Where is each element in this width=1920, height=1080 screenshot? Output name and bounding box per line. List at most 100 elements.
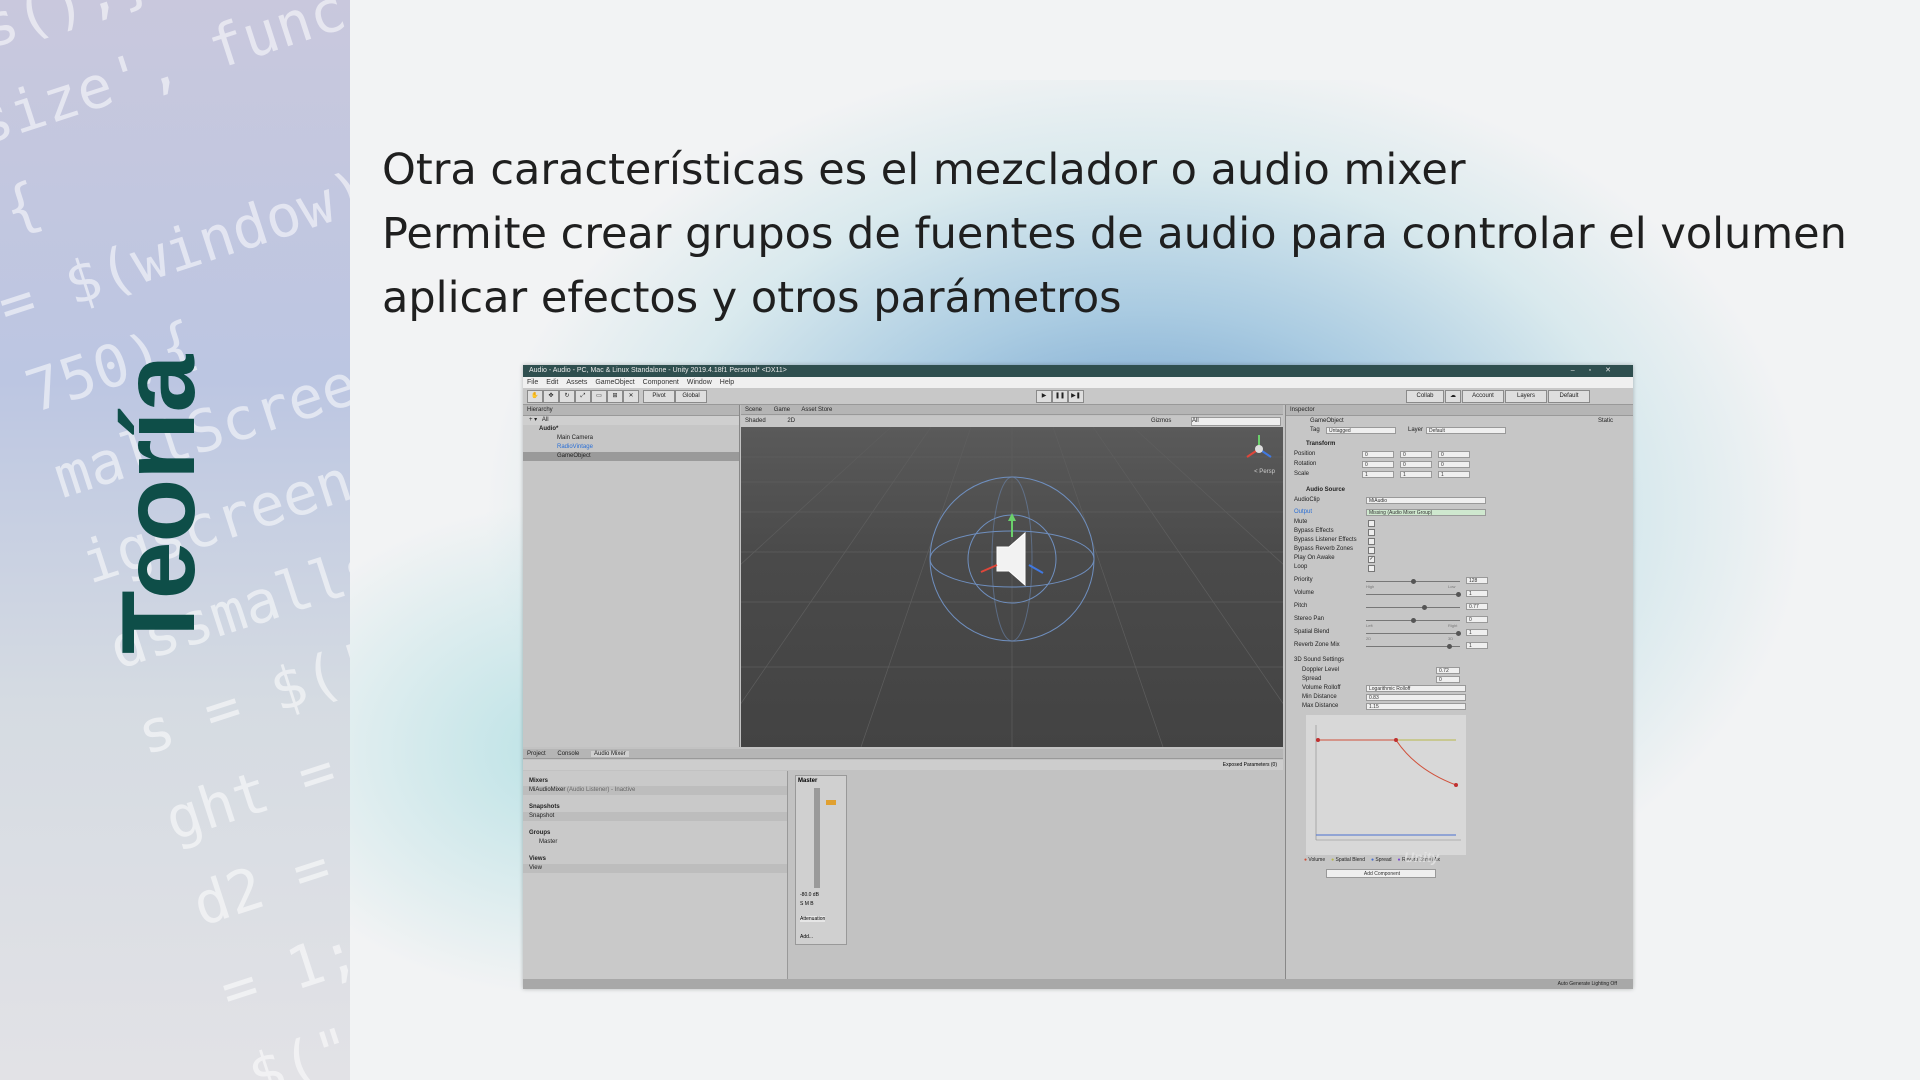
- move-tool-icon[interactable]: ✥: [543, 390, 559, 403]
- doppler-field[interactable]: 0.72: [1436, 667, 1460, 674]
- layer-dropdown[interactable]: Default: [1426, 427, 1506, 434]
- menu-item-help[interactable]: Help: [720, 379, 734, 386]
- window-controls[interactable]: –▫✕: [1571, 365, 1625, 377]
- group-item[interactable]: Master: [523, 838, 787, 847]
- transform-z-field[interactable]: 1: [1438, 471, 1470, 478]
- transform-z-field[interactable]: 0: [1438, 461, 1470, 468]
- pause-icon[interactable]: ❚❚: [1052, 390, 1068, 403]
- transform-y-field[interactable]: 0: [1400, 451, 1432, 458]
- slider-value[interactable]: 128: [1466, 577, 1488, 584]
- exposed-parameters-dropdown[interactable]: Exposed Parameters (0): [1223, 762, 1277, 768]
- slider-track[interactable]: [1366, 592, 1461, 597]
- audio-source-header[interactable]: Audio Source: [1306, 487, 1345, 493]
- transform-header[interactable]: Transform: [1306, 441, 1335, 447]
- slider-value[interactable]: 1: [1466, 642, 1488, 649]
- transform-x-field[interactable]: 0: [1362, 451, 1394, 458]
- mixers-header[interactable]: Mixers: [523, 777, 787, 786]
- slider-track[interactable]: [1366, 579, 1460, 584]
- rect-tool-icon[interactable]: ▭: [591, 390, 607, 403]
- snapshot-item[interactable]: Snapshot: [523, 812, 787, 821]
- view-item[interactable]: View: [523, 864, 787, 873]
- static-toggle[interactable]: Static: [1598, 418, 1613, 424]
- slider-knob[interactable]: [1456, 631, 1461, 636]
- tab-project[interactable]: Project: [527, 751, 546, 757]
- hierarchy-item[interactable]: RadioVintage: [523, 443, 739, 452]
- slider-track[interactable]: [1366, 644, 1460, 649]
- scene-root[interactable]: Audio*: [523, 425, 739, 434]
- slider-knob[interactable]: [1411, 579, 1416, 584]
- collab-button[interactable]: Collab: [1406, 390, 1444, 403]
- menu-item-edit[interactable]: Edit: [546, 379, 558, 386]
- transform-x-field[interactable]: 1: [1362, 471, 1394, 478]
- transform-y-field[interactable]: 0: [1400, 461, 1432, 468]
- global-button[interactable]: Global: [675, 390, 707, 403]
- mixer-item[interactable]: MiAudioMixer (Audio Listener) - Inactive: [523, 786, 787, 795]
- step-icon[interactable]: ▶❚: [1068, 390, 1084, 403]
- groups-header[interactable]: Groups: [523, 829, 787, 838]
- views-header[interactable]: Views: [523, 855, 787, 864]
- snapshots-header[interactable]: Snapshots: [523, 803, 787, 812]
- layout-dropdown[interactable]: Default: [1548, 390, 1590, 403]
- persp-label[interactable]: < Persp: [1254, 469, 1275, 475]
- account-button[interactable]: Account: [1462, 390, 1504, 403]
- gizmos-dropdown[interactable]: Gizmos: [1151, 416, 1171, 427]
- hierarchy-item-selected[interactable]: GameObject: [523, 452, 739, 461]
- slider-knob[interactable]: [1447, 644, 1452, 649]
- scene-view[interactable]: < Persp: [741, 427, 1283, 747]
- hierarchy-tab[interactable]: Hierarchy: [523, 405, 739, 416]
- min-distance-field[interactable]: 0.83: [1366, 694, 1466, 701]
- scene-search[interactable]: All: [1191, 417, 1281, 426]
- tab-audio-mixer[interactable]: Audio Mixer: [591, 751, 629, 757]
- slider-knob[interactable]: [1411, 618, 1416, 623]
- shading-dropdown[interactable]: Shaded: [745, 418, 766, 424]
- tag-dropdown[interactable]: Untagged: [1326, 427, 1396, 434]
- tab-asset-store[interactable]: Asset Store: [801, 407, 832, 413]
- slider-track[interactable]: [1366, 605, 1460, 610]
- toggle-checkbox[interactable]: [1368, 538, 1375, 545]
- slider-value[interactable]: 0: [1466, 616, 1488, 623]
- 3d-sound-settings-header[interactable]: 3D Sound Settings: [1294, 657, 1344, 663]
- rotate-tool-icon[interactable]: ↻: [559, 390, 575, 403]
- transform-y-field[interactable]: 1: [1400, 471, 1432, 478]
- slider-knob[interactable]: [1421, 605, 1427, 610]
- slider-knob[interactable]: [1456, 592, 1461, 597]
- hand-tool-icon[interactable]: ✋: [527, 390, 543, 403]
- attenuation-effect[interactable]: Attenuation: [800, 916, 826, 922]
- slider-track[interactable]: [1366, 631, 1461, 636]
- cloud-icon[interactable]: ☁: [1445, 390, 1461, 403]
- transform-x-field[interactable]: 0: [1362, 461, 1394, 468]
- menu-item-assets[interactable]: Assets: [566, 379, 587, 386]
- toggle-checkbox[interactable]: [1368, 547, 1375, 554]
- menu-item-gameobject[interactable]: GameObject: [595, 379, 634, 386]
- menu-item-file[interactable]: File: [527, 379, 538, 386]
- pivot-button[interactable]: Pivot: [643, 390, 675, 403]
- max-distance-field[interactable]: 1.15: [1366, 703, 1466, 710]
- toggle-checkbox[interactable]: ✓: [1368, 556, 1375, 563]
- play-icon[interactable]: ▶: [1036, 390, 1052, 403]
- output-field[interactable]: Missing (Audio Mixer Group): [1366, 509, 1486, 516]
- inspector-tab[interactable]: Inspector: [1286, 405, 1633, 416]
- add-effect-button[interactable]: Add...: [800, 934, 813, 940]
- slider-value[interactable]: 1: [1466, 629, 1488, 636]
- rolloff-dropdown[interactable]: Logarithmic Rolloff: [1366, 685, 1466, 692]
- custom-tool-icon[interactable]: ✕: [623, 390, 639, 403]
- menu-item-window[interactable]: Window: [687, 379, 712, 386]
- toggle-checkbox[interactable]: [1368, 529, 1375, 536]
- rolloff-curve-graph[interactable]: [1306, 715, 1466, 855]
- fader-handle[interactable]: [826, 800, 836, 805]
- slider-track[interactable]: [1366, 618, 1460, 623]
- slider-value[interactable]: 0.77: [1466, 603, 1488, 610]
- scale-tool-icon[interactable]: ⤢: [575, 390, 591, 403]
- hierarchy-item[interactable]: Main Camera: [523, 434, 739, 443]
- spread-field[interactable]: 0: [1436, 676, 1460, 683]
- 2d-toggle[interactable]: 2D: [787, 418, 795, 424]
- tab-game[interactable]: Game: [774, 407, 790, 413]
- slider-value[interactable]: 1: [1466, 590, 1488, 597]
- audioclip-field[interactable]: MiAudio: [1366, 497, 1486, 504]
- object-name-field[interactable]: GameObject: [1310, 418, 1344, 424]
- layers-dropdown[interactable]: Layers: [1505, 390, 1547, 403]
- hierarchy-search[interactable]: + ▾ All: [523, 416, 739, 425]
- toggle-checkbox[interactable]: [1368, 520, 1375, 527]
- toggle-checkbox[interactable]: [1368, 565, 1375, 572]
- strip-buttons[interactable]: S M B: [800, 901, 814, 907]
